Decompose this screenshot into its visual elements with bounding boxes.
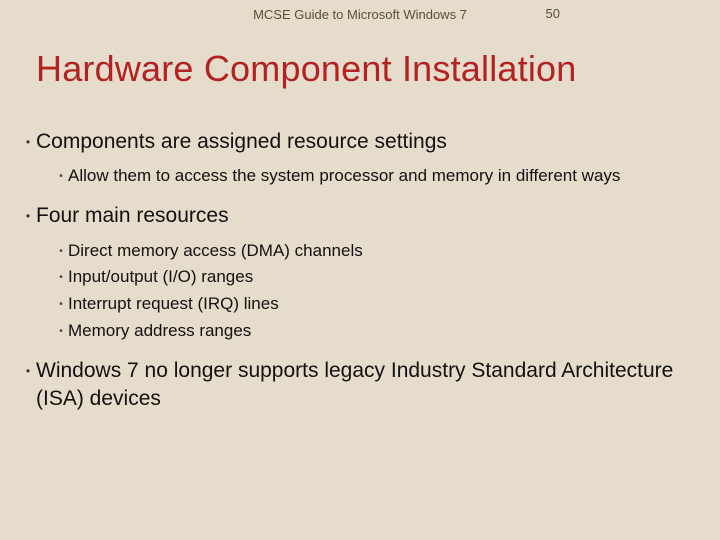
bullet-icon: •: [20, 357, 36, 378]
bullet-level2: • Memory address ranges: [54, 320, 690, 343]
book-title: MCSE Guide to Microsoft Windows 7: [253, 7, 467, 22]
bullet-text: Allow them to access the system processo…: [68, 165, 620, 188]
bullet-icon: •: [20, 128, 36, 149]
bullet-text: Input/output (I/O) ranges: [68, 266, 253, 289]
bullet-level1: • Components are assigned resource setti…: [20, 128, 690, 155]
sublist: • Direct memory access (DMA) channels • …: [54, 240, 690, 344]
page-number: 50: [546, 6, 560, 21]
bullet-text: Direct memory access (DMA) channels: [68, 240, 363, 263]
bullet-level2: • Input/output (I/O) ranges: [54, 266, 690, 289]
sublist: • Allow them to access the system proces…: [54, 165, 690, 188]
bullet-icon: •: [54, 293, 68, 310]
bullet-icon: •: [54, 240, 68, 257]
bullet-text: Four main resources: [36, 202, 229, 229]
bullet-text: Components are assigned resource setting…: [36, 128, 447, 155]
bullet-level2: • Interrupt request (IRQ) lines: [54, 293, 690, 316]
bullet-icon: •: [54, 266, 68, 283]
bullet-level2: • Direct memory access (DMA) channels: [54, 240, 690, 263]
bullet-icon: •: [54, 320, 68, 337]
bullet-level2: • Allow them to access the system proces…: [54, 165, 690, 188]
bullet-level1: • Four main resources: [20, 202, 690, 229]
bullet-text: Windows 7 no longer supports legacy Indu…: [36, 357, 690, 412]
content-area: • Components are assigned resource setti…: [20, 128, 690, 422]
header-bar: MCSE Guide to Microsoft Windows 7 50: [0, 0, 720, 28]
bullet-icon: •: [54, 165, 68, 182]
bullet-text: Interrupt request (IRQ) lines: [68, 293, 279, 316]
bullet-icon: •: [20, 202, 36, 223]
bullet-text: Memory address ranges: [68, 320, 251, 343]
bullet-level1: • Windows 7 no longer supports legacy In…: [20, 357, 690, 412]
slide-title: Hardware Component Installation: [36, 48, 577, 90]
slide: MCSE Guide to Microsoft Windows 7 50 Har…: [0, 0, 720, 540]
